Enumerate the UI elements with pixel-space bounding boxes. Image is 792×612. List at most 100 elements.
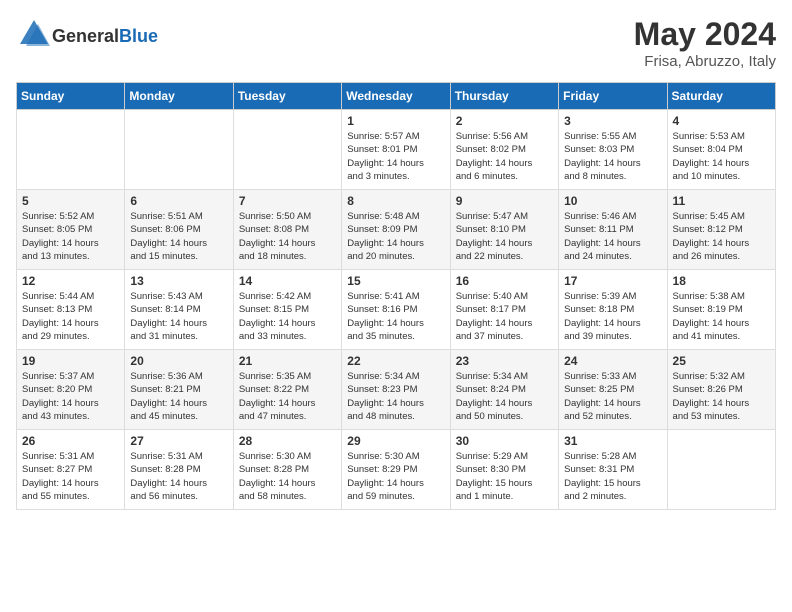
day-cell: 1Sunrise: 5:57 AM Sunset: 8:01 PM Daylig… bbox=[342, 110, 450, 190]
title-block: May 2024 Frisa, Abruzzo, Italy bbox=[634, 16, 776, 70]
header-row: Sunday Monday Tuesday Wednesday Thursday… bbox=[17, 83, 776, 110]
day-cell: 13 Sunrise: 5:43 AM Sunset: 8:14 PM Dayli… bbox=[125, 270, 233, 350]
day-cell: 20 Sunrise: 5:36 AM Sunset: 8:21 PM Dayli… bbox=[125, 350, 233, 430]
day-cell: 24Sunrise: 5:33 AM Sunset: 8:25 PM Dayli… bbox=[559, 350, 667, 430]
day-cell: 9 Sunrise: 5:47 AM Sunset: 8:10 PM Daylig… bbox=[450, 190, 558, 270]
day-info: Sunrise: 5:31 AM Sunset: 8:28 PM Dayligh… bbox=[130, 450, 227, 503]
day-cell bbox=[667, 430, 775, 510]
week-row-4: 19 Sunrise: 5:37 AM Sunset: 8:20 PM Dayli… bbox=[17, 350, 776, 430]
calendar-header: Sunday Monday Tuesday Wednesday Thursday… bbox=[17, 83, 776, 110]
day-info: Sunrise: 5:45 AM Sunset: 8:12 PM Dayligh… bbox=[673, 210, 770, 263]
week-row-3: 12 Sunrise: 5:44 AM Sunset: 8:13 PM Dayli… bbox=[17, 270, 776, 350]
day-cell: 4 Sunrise: 5:53 AM Sunset: 8:04 PM Daylig… bbox=[667, 110, 775, 190]
day-cell: 11Sunrise: 5:45 AM Sunset: 8:12 PM Dayli… bbox=[667, 190, 775, 270]
location-subtitle: Frisa, Abruzzo, Italy bbox=[634, 53, 776, 70]
day-info: Sunrise: 5:37 AM Sunset: 8:20 PM Dayligh… bbox=[22, 370, 119, 423]
day-number: 14 bbox=[239, 274, 336, 288]
day-number: 20 bbox=[130, 354, 227, 368]
day-info: Sunrise: 5:29 AM Sunset: 8:30 PM Dayligh… bbox=[456, 450, 553, 503]
day-number: 18 bbox=[673, 274, 770, 288]
day-cell: 7 Sunrise: 5:50 AM Sunset: 8:08 PM Daylig… bbox=[233, 190, 341, 270]
day-info: Sunrise: 5:44 AM Sunset: 8:13 PM Dayligh… bbox=[22, 290, 119, 343]
day-info: Sunrise: 5:53 AM Sunset: 8:04 PM Dayligh… bbox=[673, 130, 770, 183]
day-cell: 31 Sunrise: 5:28 AM Sunset: 8:31 PM Dayli… bbox=[559, 430, 667, 510]
day-number: 4 bbox=[673, 114, 770, 128]
day-number: 6 bbox=[130, 194, 227, 208]
day-info: Sunrise: 5:41 AM Sunset: 8:16 PM Dayligh… bbox=[347, 290, 444, 343]
week-row-1: 1Sunrise: 5:57 AM Sunset: 8:01 PM Daylig… bbox=[17, 110, 776, 190]
day-info: Sunrise: 5:48 AM Sunset: 8:09 PM Dayligh… bbox=[347, 210, 444, 263]
col-sunday: Sunday bbox=[17, 83, 125, 110]
day-cell: 5Sunrise: 5:52 AM Sunset: 8:05 PM Daylig… bbox=[17, 190, 125, 270]
day-number: 5 bbox=[22, 194, 119, 208]
day-cell: 28 Sunrise: 5:30 AM Sunset: 8:28 PM Dayli… bbox=[233, 430, 341, 510]
day-info: Sunrise: 5:34 AM Sunset: 8:23 PM Dayligh… bbox=[347, 370, 444, 423]
day-cell: 17 Sunrise: 5:39 AM Sunset: 8:18 PM Dayli… bbox=[559, 270, 667, 350]
day-info: Sunrise: 5:51 AM Sunset: 8:06 PM Dayligh… bbox=[130, 210, 227, 263]
day-cell: 3Sunrise: 5:55 AM Sunset: 8:03 PM Daylig… bbox=[559, 110, 667, 190]
day-number: 28 bbox=[239, 434, 336, 448]
day-number: 15 bbox=[347, 274, 444, 288]
day-cell: 26 Sunrise: 5:31 AM Sunset: 8:27 PM Dayli… bbox=[17, 430, 125, 510]
month-year-title: May 2024 bbox=[634, 16, 776, 53]
day-number: 30 bbox=[456, 434, 553, 448]
day-number: 13 bbox=[130, 274, 227, 288]
week-row-5: 26 Sunrise: 5:31 AM Sunset: 8:27 PM Dayli… bbox=[17, 430, 776, 510]
page-header: GeneralBlue May 2024 Frisa, Abruzzo, Ita… bbox=[16, 16, 776, 70]
day-number: 31 bbox=[564, 434, 661, 448]
day-cell: 14 Sunrise: 5:42 AM Sunset: 8:15 PM Dayli… bbox=[233, 270, 341, 350]
day-info: Sunrise: 5:31 AM Sunset: 8:27 PM Dayligh… bbox=[22, 450, 119, 503]
logo: GeneralBlue bbox=[16, 16, 158, 57]
col-tuesday: Tuesday bbox=[233, 83, 341, 110]
day-info: Sunrise: 5:47 AM Sunset: 8:10 PM Dayligh… bbox=[456, 210, 553, 263]
day-cell: 19 Sunrise: 5:37 AM Sunset: 8:20 PM Dayli… bbox=[17, 350, 125, 430]
day-cell: 21 Sunrise: 5:35 AM Sunset: 8:22 PM Dayli… bbox=[233, 350, 341, 430]
day-info: Sunrise: 5:50 AM Sunset: 8:08 PM Dayligh… bbox=[239, 210, 336, 263]
day-number: 22 bbox=[347, 354, 444, 368]
day-info: Sunrise: 5:28 AM Sunset: 8:31 PM Dayligh… bbox=[564, 450, 661, 503]
day-number: 26 bbox=[22, 434, 119, 448]
day-number: 12 bbox=[22, 274, 119, 288]
day-number: 9 bbox=[456, 194, 553, 208]
col-friday: Friday bbox=[559, 83, 667, 110]
day-number: 27 bbox=[130, 434, 227, 448]
day-info: Sunrise: 5:30 AM Sunset: 8:28 PM Dayligh… bbox=[239, 450, 336, 503]
day-number: 3 bbox=[564, 114, 661, 128]
day-info: Sunrise: 5:34 AM Sunset: 8:24 PM Dayligh… bbox=[456, 370, 553, 423]
day-number: 24 bbox=[564, 354, 661, 368]
day-number: 2 bbox=[456, 114, 553, 128]
day-number: 21 bbox=[239, 354, 336, 368]
day-cell bbox=[125, 110, 233, 190]
day-cell: 29Sunrise: 5:30 AM Sunset: 8:29 PM Dayli… bbox=[342, 430, 450, 510]
day-cell: 25 Sunrise: 5:32 AM Sunset: 8:26 PM Dayli… bbox=[667, 350, 775, 430]
day-number: 7 bbox=[239, 194, 336, 208]
col-thursday: Thursday bbox=[450, 83, 558, 110]
day-cell: 18Sunrise: 5:38 AM Sunset: 8:19 PM Dayli… bbox=[667, 270, 775, 350]
day-number: 17 bbox=[564, 274, 661, 288]
day-info: Sunrise: 5:35 AM Sunset: 8:22 PM Dayligh… bbox=[239, 370, 336, 423]
day-cell bbox=[233, 110, 341, 190]
day-cell: 27 Sunrise: 5:31 AM Sunset: 8:28 PM Dayli… bbox=[125, 430, 233, 510]
day-info: Sunrise: 5:43 AM Sunset: 8:14 PM Dayligh… bbox=[130, 290, 227, 343]
day-cell: 10Sunrise: 5:46 AM Sunset: 8:11 PM Dayli… bbox=[559, 190, 667, 270]
day-info: Sunrise: 5:32 AM Sunset: 8:26 PM Dayligh… bbox=[673, 370, 770, 423]
day-number: 23 bbox=[456, 354, 553, 368]
col-wednesday: Wednesday bbox=[342, 83, 450, 110]
day-number: 29 bbox=[347, 434, 444, 448]
day-number: 10 bbox=[564, 194, 661, 208]
day-number: 1 bbox=[347, 114, 444, 128]
day-info: Sunrise: 5:56 AM Sunset: 8:02 PM Dayligh… bbox=[456, 130, 553, 183]
col-monday: Monday bbox=[125, 83, 233, 110]
day-number: 19 bbox=[22, 354, 119, 368]
day-number: 25 bbox=[673, 354, 770, 368]
day-cell: 2 Sunrise: 5:56 AM Sunset: 8:02 PM Daylig… bbox=[450, 110, 558, 190]
day-cell: 15 Sunrise: 5:41 AM Sunset: 8:16 PM Dayli… bbox=[342, 270, 450, 350]
day-number: 8 bbox=[347, 194, 444, 208]
day-cell: 6 Sunrise: 5:51 AM Sunset: 8:06 PM Daylig… bbox=[125, 190, 233, 270]
day-cell: 8 Sunrise: 5:48 AM Sunset: 8:09 PM Daylig… bbox=[342, 190, 450, 270]
day-info: Sunrise: 5:42 AM Sunset: 8:15 PM Dayligh… bbox=[239, 290, 336, 343]
day-info: Sunrise: 5:39 AM Sunset: 8:18 PM Dayligh… bbox=[564, 290, 661, 343]
logo-mark bbox=[16, 16, 52, 57]
day-info: Sunrise: 5:36 AM Sunset: 8:21 PM Dayligh… bbox=[130, 370, 227, 423]
week-row-2: 5Sunrise: 5:52 AM Sunset: 8:05 PM Daylig… bbox=[17, 190, 776, 270]
